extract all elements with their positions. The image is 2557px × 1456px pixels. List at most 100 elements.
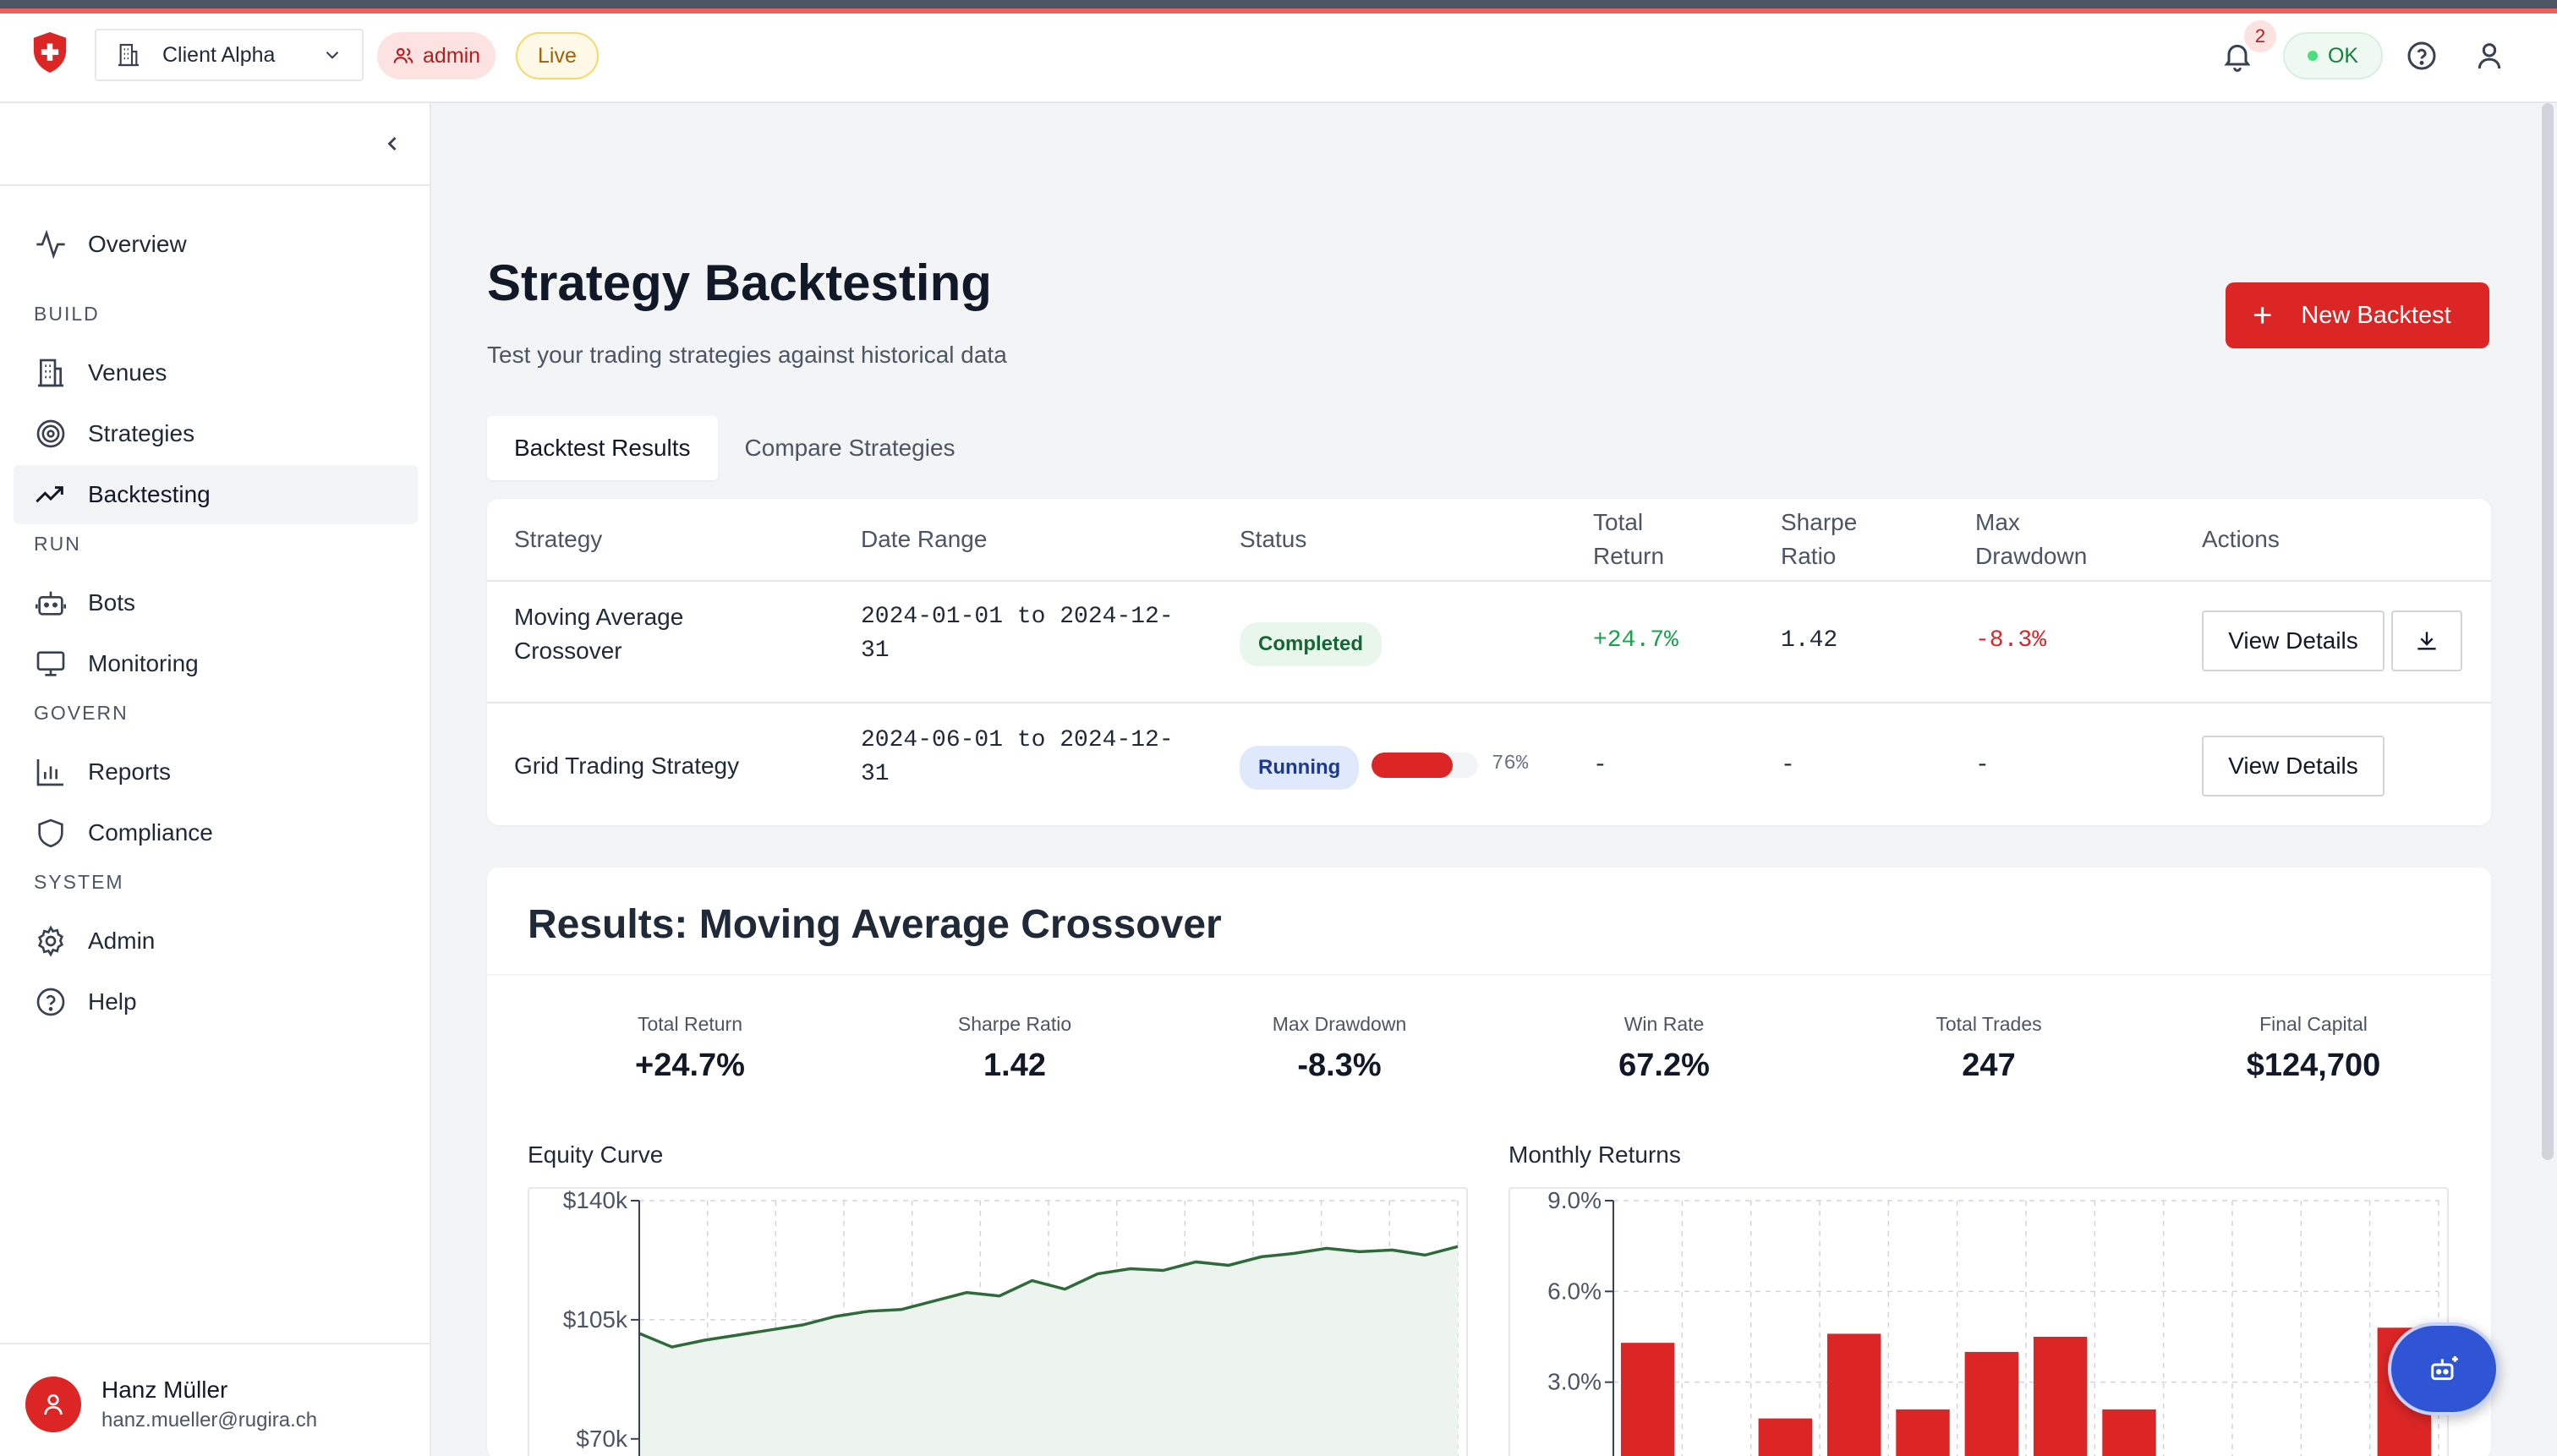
sidebar-item-label: Help <box>88 988 137 1015</box>
monthly-returns-chart: 9.0% 6.0% 3.0% <box>1508 1187 2449 1456</box>
tab-compare-strategies[interactable]: Compare Strategies <box>718 416 983 480</box>
y-tick-label: $140k <box>563 1189 628 1213</box>
bar <box>1758 1418 1813 1456</box>
download-button[interactable] <box>2391 610 2462 671</box>
gear-icon <box>37 925 64 957</box>
equity-curve-chart: $140k $105k $70k <box>528 1187 1468 1456</box>
column-header-max-drawdown: Max Drawdown <box>1975 499 2087 580</box>
target-icon <box>36 419 65 448</box>
metric-sharpe-ratio: Sharpe Ratio 1.42 <box>852 1013 1177 1084</box>
bar <box>2102 1409 2156 1456</box>
bot-icon <box>36 591 66 616</box>
chevron-left-icon[interactable] <box>381 132 404 156</box>
sidebar-item-label: Admin <box>88 928 156 954</box>
notification-count-badge: 2 <box>2244 20 2276 52</box>
client-selector-label: Client Alpha <box>162 42 276 67</box>
role-badge-label: admin <box>423 43 481 68</box>
building-icon <box>118 43 139 67</box>
activity-icon <box>36 229 65 260</box>
sidebar: Overview BUILD Venues Strategies Backtes… <box>0 103 431 1456</box>
plus-icon: + <box>2253 297 2273 334</box>
equity-curve-title: Equity Curve <box>528 1141 664 1168</box>
sidebar-item-venues[interactable]: Venues <box>14 343 418 402</box>
help-circle-icon[interactable] <box>2405 39 2439 73</box>
sidebar-item-bots[interactable]: Bots <box>14 573 418 632</box>
metric-label: Final Capital <box>2259 1013 2368 1035</box>
user-profile-icon[interactable] <box>2472 39 2506 73</box>
metric-total-return: Total Return +24.7% <box>528 1013 852 1084</box>
view-details-button[interactable]: View Details <box>2202 736 2385 796</box>
client-selector[interactable]: Client Alpha <box>95 29 364 81</box>
sidebar-section-system: SYSTEM <box>34 871 124 893</box>
sidebar-item-overview[interactable]: Overview <box>14 215 418 274</box>
y-tick-label: 6.0% <box>1547 1278 1602 1304</box>
sidebar-item-help[interactable]: Help <box>14 972 418 1032</box>
cell-date-range: 2024-06-01 to 2024-12- 31 <box>861 724 1174 791</box>
top-bar: Client Alpha admin Live 2 OK <box>0 14 2557 103</box>
sidebar-item-label: Bots <box>88 589 136 616</box>
metric-total-trades: Total Trades 247 <box>1826 1013 2151 1084</box>
sidebar-item-monitoring[interactable]: Monitoring <box>14 634 418 693</box>
y-tick-label: 3.0% <box>1547 1369 1602 1395</box>
row-divider <box>487 702 2491 703</box>
monitor-icon <box>36 651 65 676</box>
sidebar-item-compliance[interactable]: Compliance <box>14 803 418 862</box>
progress-label: 76% <box>1492 753 1529 775</box>
metric-label: Sharpe Ratio <box>957 1013 1072 1035</box>
column-header-line: Max <box>1975 509 2020 535</box>
sidebar-item-strategies[interactable]: Strategies <box>14 404 418 463</box>
metric-final-capital: Final Capital $124,700 <box>2151 1013 2476 1084</box>
cell-sharpe-ratio: - <box>1781 753 1795 779</box>
results-panel: Results: Moving Average Crossover Total … <box>487 868 2491 1456</box>
new-backtest-label: New Backtest <box>2301 301 2451 329</box>
status-badge: Running <box>1240 746 1360 790</box>
avatar <box>25 1377 81 1432</box>
building-icon <box>38 359 63 387</box>
progress-bar-fill <box>1372 753 1453 778</box>
tab-backtest-results[interactable]: Backtest Results <box>487 416 718 480</box>
user-account-area[interactable]: Hanz Müller hanz.mueller@rugira.ch <box>0 1343 430 1456</box>
environment-badge: Live <box>516 32 599 79</box>
sidebar-item-admin[interactable]: Admin <box>14 911 418 971</box>
metric-value: -8.3% <box>1297 1048 1382 1083</box>
cell-strategy: Grid Trading Strategy <box>514 753 740 779</box>
cell-sharpe-ratio: 1.42 <box>1781 627 1838 654</box>
cell-text: 2024-06-01 to 2024-12- <box>861 727 1174 753</box>
column-header-total-return: Total Return <box>1593 499 1664 580</box>
shield-icon <box>38 818 63 848</box>
sidebar-item-label: Monitoring <box>88 650 199 676</box>
sidebar-item-label: Reports <box>88 758 172 785</box>
new-backtest-button[interactable]: + New Backtest <box>2226 282 2489 348</box>
sidebar-item-label: Overview <box>88 231 187 257</box>
download-icon <box>2417 632 2436 650</box>
metric-label: Win Rate <box>1623 1013 1705 1035</box>
top-accent-stripe <box>0 0 2557 14</box>
help-circle-icon <box>36 988 65 1016</box>
bot-sparkle-icon <box>2431 1356 2458 1381</box>
backtests-table: Strategy Date Range Status Total Return … <box>487 499 2491 825</box>
column-header-line: Sharpe <box>1781 509 1858 535</box>
status-badge: Completed <box>1240 622 1383 666</box>
sidebar-item-label: Strategies <box>88 420 195 446</box>
cell-status: Running <box>1240 746 1360 790</box>
cell-max-drawdown: - <box>1975 753 1990 779</box>
view-details-button[interactable]: View Details <box>2202 610 2385 671</box>
sidebar-item-label: Backtesting <box>88 481 211 507</box>
sidebar-item-reports[interactable]: Reports <box>14 742 418 802</box>
trending-up-icon <box>36 486 63 503</box>
column-header-strategy: Strategy <box>514 526 603 552</box>
column-header-sharpe-ratio: Sharpe Ratio <box>1781 499 1857 580</box>
metric-win-rate: Win Rate 67.2% <box>1502 1013 1826 1084</box>
y-tick-label: 9.0% <box>1547 1189 1602 1213</box>
assistant-bot-button[interactable] <box>2388 1322 2500 1415</box>
bar <box>1896 1409 1950 1456</box>
cell-status: Completed <box>1240 622 1383 666</box>
column-header-line: Total <box>1593 509 1644 535</box>
sidebar-section-run: RUN <box>34 533 81 555</box>
metric-value: 1.42 <box>983 1048 1046 1083</box>
sidebar-item-backtesting[interactable]: Backtesting <box>14 465 418 524</box>
cell-strategy: Moving Average Crossover <box>514 600 683 668</box>
shield-logo-icon[interactable] <box>30 30 69 74</box>
page-scrollbar[interactable] <box>2542 103 2554 1160</box>
bar <box>1620 1343 1675 1456</box>
